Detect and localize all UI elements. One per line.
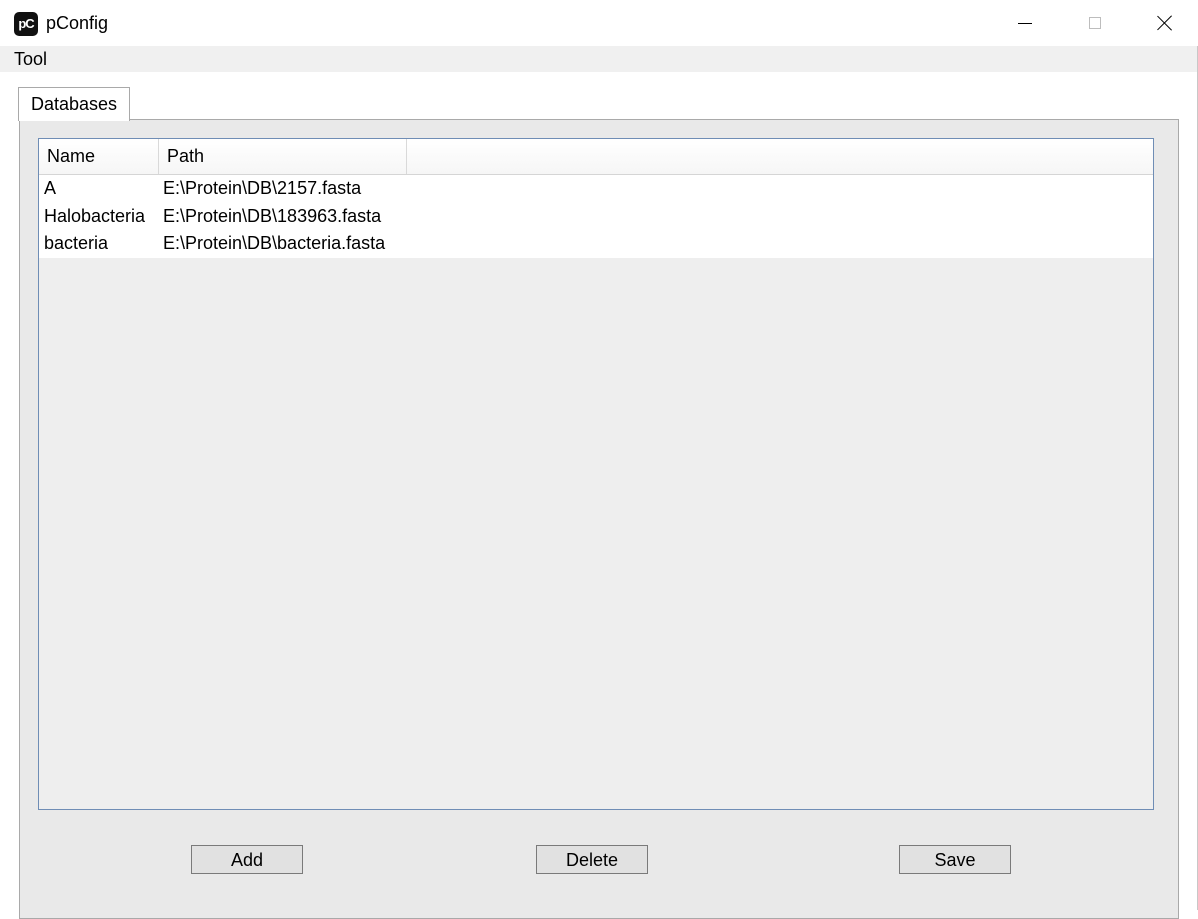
cell-name: A: [44, 178, 57, 198]
pconfig-window: pC pConfig Tool Databases Name Path A E:…: [0, 0, 1198, 919]
table-row[interactable]: A E:\Protein\DB\2157.fasta: [39, 175, 1153, 203]
table-row[interactable]: bacteria E:\Protein\DB\bacteria.fasta: [39, 230, 1153, 258]
table-header: Name Path: [39, 139, 1153, 175]
tab-databases[interactable]: Databases: [18, 87, 130, 121]
minimize-icon: [1018, 22, 1032, 24]
table-body: A E:\Protein\DB\2157.fasta Halobacteria …: [39, 175, 1153, 258]
menu-tool[interactable]: Tool: [14, 49, 47, 70]
app-icon: pC: [14, 12, 38, 36]
close-button[interactable]: [1130, 0, 1198, 46]
save-button[interactable]: Save: [899, 845, 1011, 874]
cell-path: E:\Protein\DB\bacteria.fasta: [163, 233, 386, 253]
minimize-button[interactable]: [990, 0, 1060, 46]
close-icon: [1157, 15, 1173, 31]
column-header-name[interactable]: Name: [39, 139, 159, 174]
column-header-path[interactable]: Path: [159, 139, 407, 174]
menu-bar: Tool: [0, 46, 1197, 72]
delete-button[interactable]: Delete: [536, 845, 648, 874]
maximize-icon: [1089, 17, 1101, 29]
add-button[interactable]: Add: [191, 845, 303, 874]
window-title: pConfig: [46, 13, 109, 33]
table-row[interactable]: Halobacteria E:\Protein\DB\183963.fasta: [39, 203, 1153, 231]
title-bar[interactable]: pC pConfig: [0, 0, 1198, 46]
cell-name: Halobacteria: [44, 205, 146, 226]
cell-name: bacteria: [44, 233, 109, 253]
databases-table[interactable]: Name Path A E:\Protein\DB\2157.fasta Hal…: [38, 138, 1154, 810]
cell-path: E:\Protein\DB\2157.fasta: [163, 178, 362, 198]
cell-path: E:\Protein\DB\183963.fasta: [163, 205, 382, 226]
maximize-button[interactable]: [1060, 0, 1130, 46]
